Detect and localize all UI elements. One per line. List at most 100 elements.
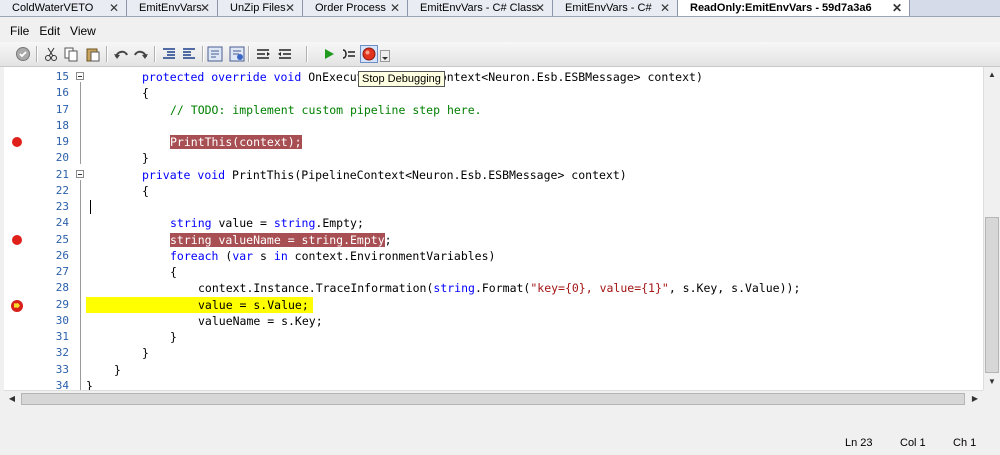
play-icon[interactable] (320, 45, 338, 63)
code-token: value = (211, 216, 274, 231)
current-execution-icon[interactable] (11, 299, 23, 312)
code-text: } (86, 378, 93, 390)
scroll-right-icon[interactable]: ▶ (967, 391, 983, 407)
line-number: 34 (55, 378, 69, 390)
breakpoint-icon[interactable] (12, 137, 22, 147)
code-line: 26 foreach (var s in context.EnvironmentV… (4, 248, 983, 264)
close-icon[interactable]: ✕ (390, 0, 400, 16)
scroll-thumb[interactable] (985, 217, 999, 373)
line-number: 29 (55, 297, 69, 311)
line-number: 17 (55, 102, 69, 116)
code-token: string (433, 281, 475, 296)
code-token: foreach (170, 248, 219, 263)
menu-view[interactable]: View (65, 22, 101, 40)
code-token: context.Instance.TraceInformation( (198, 281, 434, 296)
cut-icon[interactable] (42, 45, 60, 63)
code-text: context.Instance.TraceInformation(string… (198, 280, 800, 296)
tab-readonly-emitenvvars[interactable]: ReadOnly:EmitEnvVars - 59d7a3a6 ✕ (678, 0, 910, 16)
close-icon[interactable]: ✕ (285, 0, 295, 16)
copy-icon[interactable] (62, 45, 80, 63)
line-number: 28 (55, 281, 69, 295)
code-editor[interactable]: 15 protected override void OnExecute(Pipe… (4, 67, 983, 390)
code-token: protected (142, 70, 205, 84)
code-line: 32} (4, 345, 983, 361)
collapse-icon[interactable] (76, 72, 84, 80)
tab-label: EmitEnvVars - C# Class (420, 2, 538, 14)
line-number: 23 (55, 200, 69, 213)
code-line: 19 PrintThis(context); (4, 134, 983, 150)
horizontal-scrollbar[interactable]: ◀ ▶ (4, 390, 983, 407)
tab-emitenvvars-csharp[interactable]: EmitEnvVars - C# ✕ (553, 0, 678, 16)
code-text: // TODO: implement custom pipeline step … (170, 102, 482, 118)
code-token: valueName = s.Key; (198, 313, 323, 328)
code-text: foreach (var s in context.EnvironmentVar… (170, 248, 495, 264)
code-text: PrintThis(context); (170, 134, 302, 150)
scroll-left-icon[interactable]: ◀ (4, 391, 20, 407)
code-text: value = s.Value; (198, 297, 309, 313)
vertical-scrollbar[interactable]: ▲ ▼ (983, 67, 1000, 390)
code-text: { (142, 183, 149, 199)
status-bar: Ln 23 Col 1 Ch 1 (0, 433, 1000, 455)
code-token: in (273, 248, 288, 263)
line-number: 24 (55, 216, 69, 230)
line-number: 32 (55, 346, 69, 360)
toolbar-separator (154, 46, 156, 62)
scroll-thumb[interactable] (21, 393, 965, 405)
paste-icon[interactable] (84, 45, 102, 63)
comment-icon[interactable] (206, 45, 224, 63)
scroll-up-icon[interactable]: ▲ (984, 67, 1000, 83)
code-token: var (232, 248, 254, 263)
tab-label: ReadOnly:EmitEnvVars - 59d7a3a6 (690, 2, 872, 14)
tab-order-process[interactable]: Order Process ✕ (303, 0, 408, 16)
check-icon[interactable] (14, 45, 32, 63)
redo-icon[interactable] (132, 45, 150, 63)
code-token: { (142, 183, 149, 198)
close-icon[interactable]: ✕ (200, 0, 210, 16)
align-left-icon[interactable] (254, 45, 272, 63)
line-number: 33 (55, 362, 69, 376)
code-text: string value = string.Empty; (170, 215, 364, 231)
code-line: 24 string value = string.Empty; (4, 215, 983, 231)
step-icon[interactable] (340, 45, 358, 63)
tab-emitenvvars-csharp-class[interactable]: EmitEnvVars - C# Class ✕ (408, 0, 553, 16)
code-line: 18 (4, 118, 983, 134)
dropdown-icon[interactable] (379, 50, 390, 62)
code-text: } (142, 150, 149, 166)
status-column: Col 1 (900, 437, 926, 449)
code-line: 29 value = s.Value; (4, 296, 983, 313)
indent-icon[interactable] (160, 45, 178, 63)
code-token: .Empty; (315, 216, 364, 231)
toolbar-separator (306, 46, 308, 62)
code-text: } (114, 362, 121, 378)
stop-icon[interactable] (360, 45, 378, 63)
tooltip: Stop Debugging (358, 71, 445, 87)
menu-edit[interactable]: Edit (34, 22, 65, 40)
code-line: 15 protected override void OnExecute(Pipe… (4, 69, 983, 85)
code-line: 28 context.Instance.TraceInformation(stri… (4, 280, 983, 296)
collapse-icon[interactable] (76, 169, 84, 178)
close-icon[interactable]: ✕ (892, 0, 902, 16)
close-icon[interactable]: ✕ (660, 0, 670, 16)
line-number: 21 (55, 167, 69, 181)
undo-icon[interactable] (112, 45, 130, 63)
code-token: string valueName = string.Empty (170, 232, 385, 247)
tab-label: Order Process (315, 2, 386, 14)
tab-unzip-files[interactable]: UnZip Files ✕ (218, 0, 303, 16)
line-number: 16 (55, 86, 69, 100)
code-line: 27 { (4, 264, 983, 280)
toolbar-separator (248, 46, 250, 62)
uncomment-icon[interactable] (228, 45, 246, 63)
close-icon[interactable]: ✕ (535, 0, 545, 16)
tab-emitenvvars[interactable]: EmitEnvVars ✕ (127, 0, 218, 16)
align-right-icon[interactable] (276, 45, 294, 63)
status-char: Ch 1 (953, 437, 977, 449)
outdent-icon[interactable] (180, 45, 198, 63)
breakpoint-icon[interactable] (12, 234, 22, 245)
close-icon[interactable]: ✕ (109, 0, 119, 16)
code-line: 16 { (4, 85, 983, 101)
tab-coldwaterveto[interactable]: ColdWaterVETO ✕ (0, 0, 127, 16)
menu-file[interactable]: File (5, 22, 34, 40)
code-token: ; (384, 232, 392, 247)
code-line: 17 // TODO: implement custom pipeline ste… (4, 102, 983, 118)
scroll-down-icon[interactable]: ▼ (984, 374, 1000, 390)
